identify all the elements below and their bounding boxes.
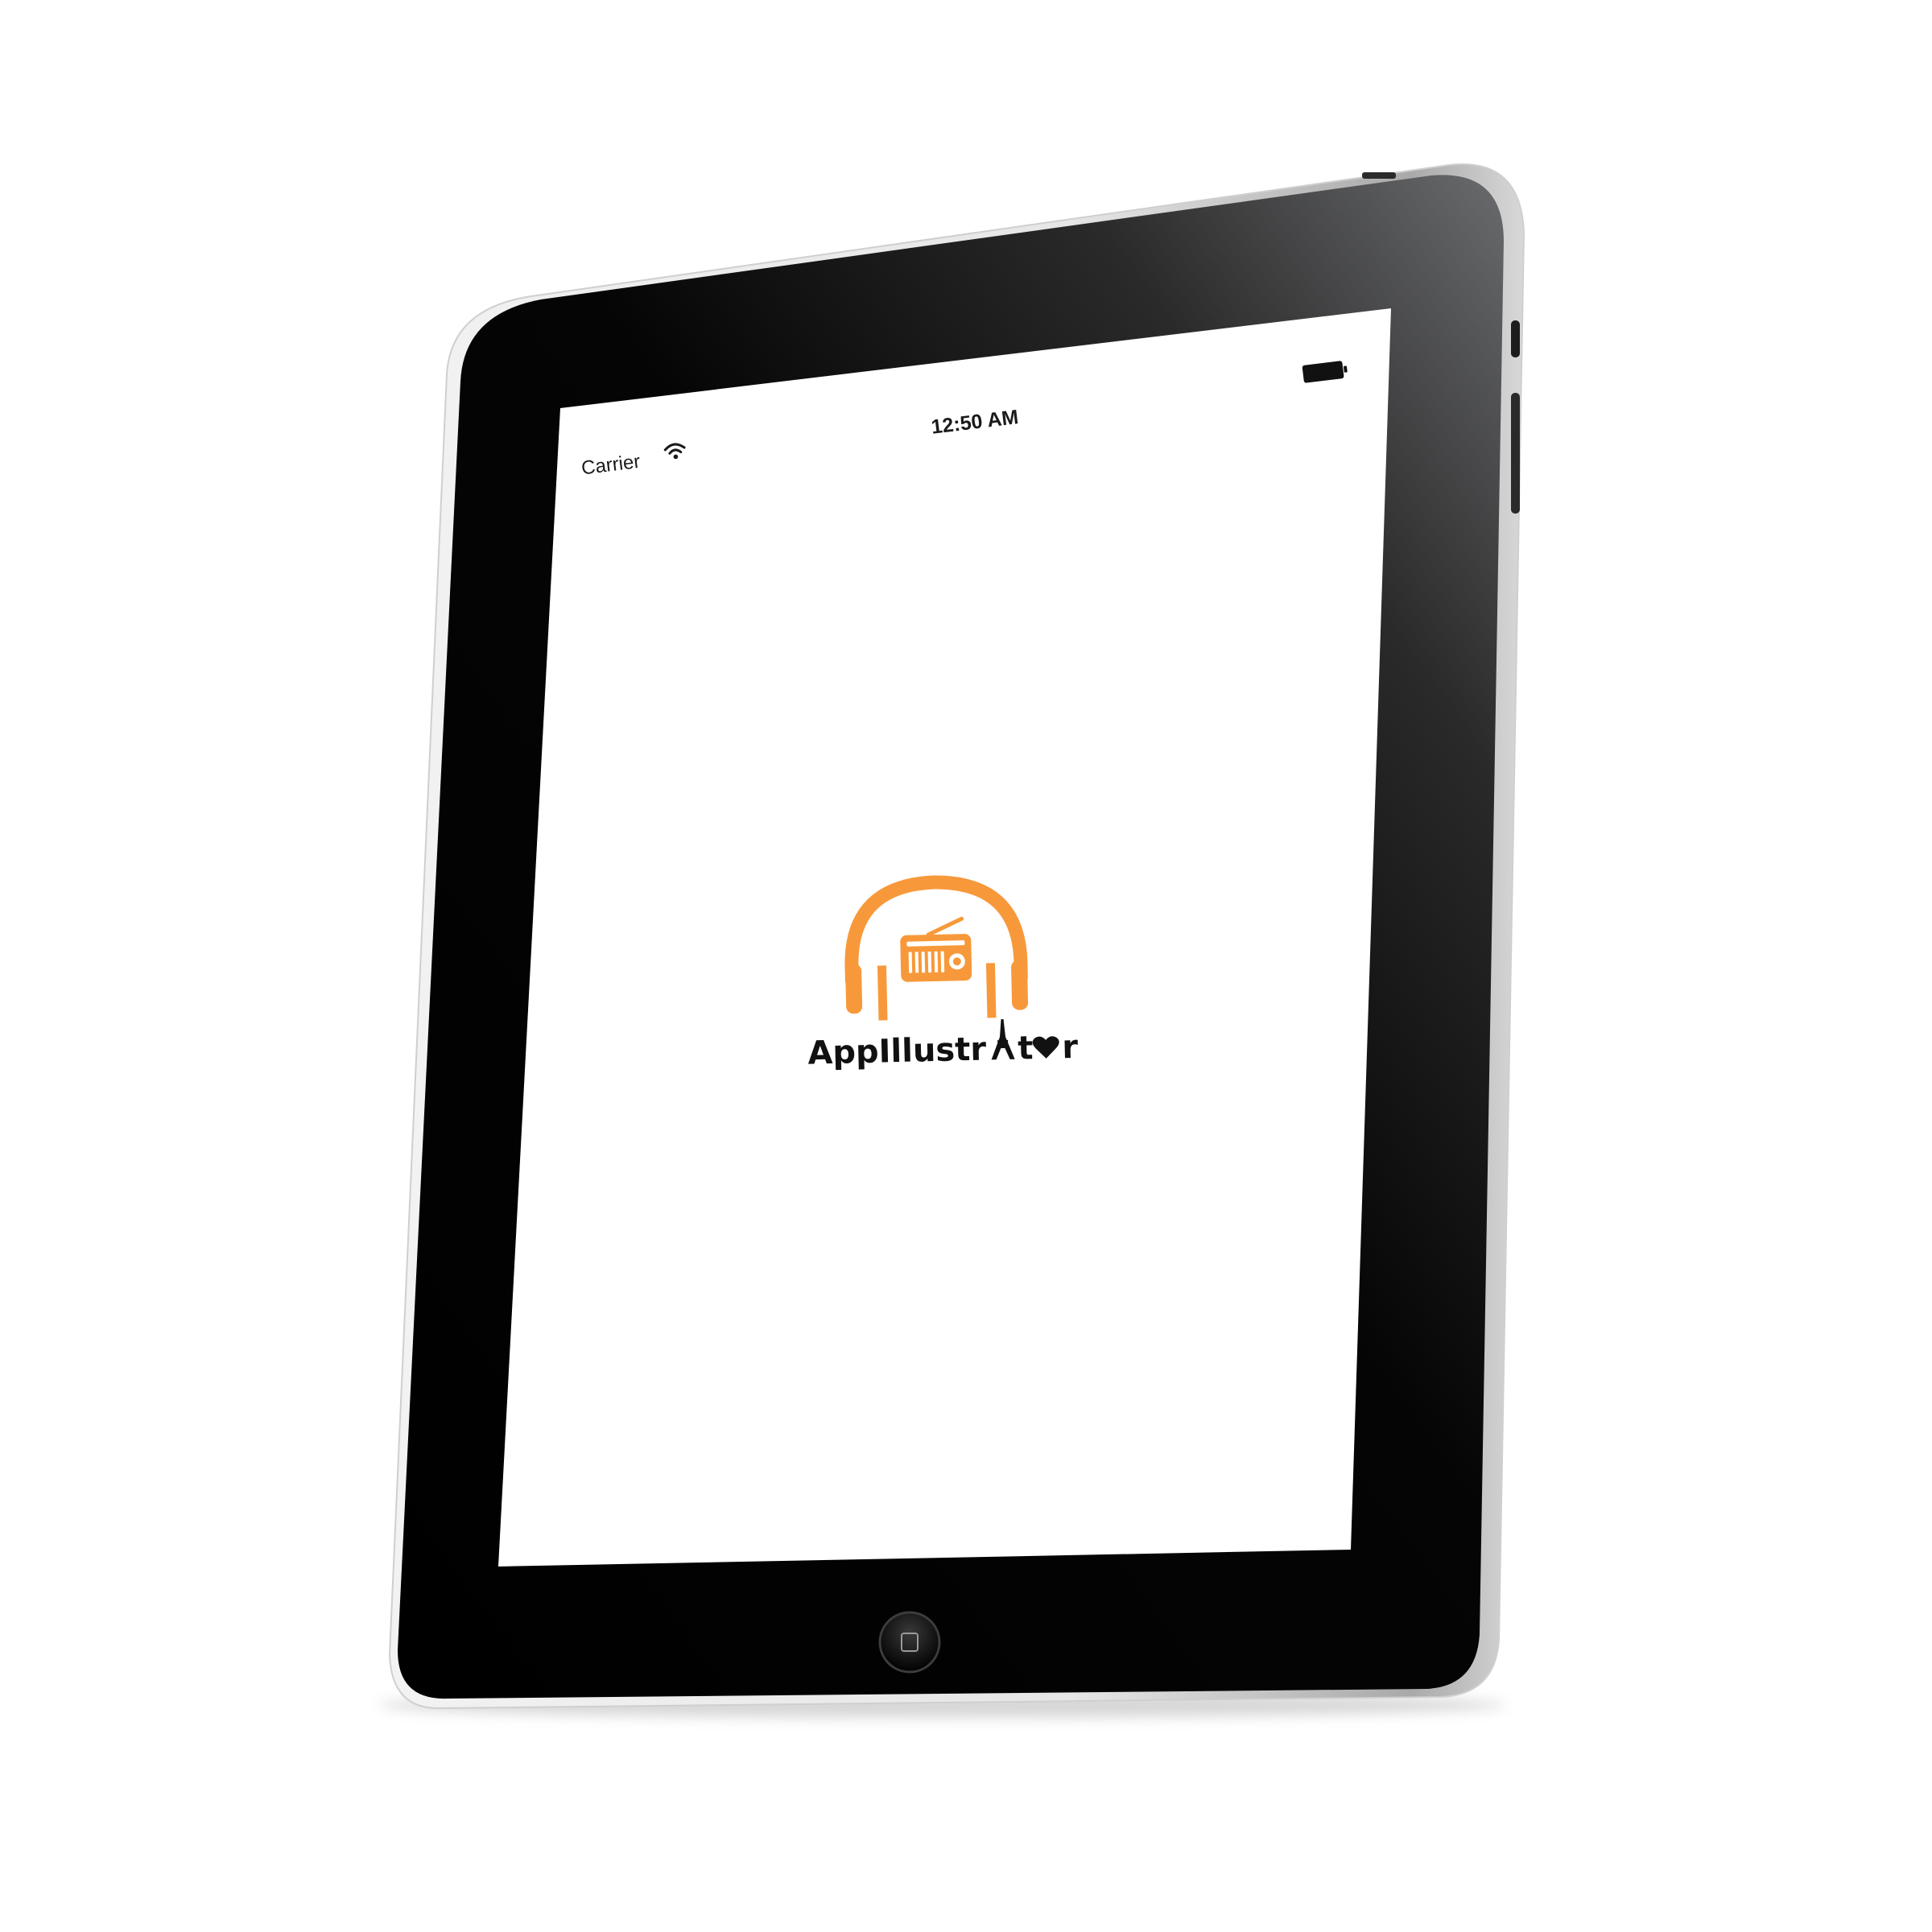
- top-button[interactable]: [1362, 172, 1396, 179]
- ipad-device: Carrier 12:50 AM AppIllustr t r: [378, 163, 1525, 1718]
- brand-text-r: r: [1062, 1029, 1079, 1066]
- brand-text-t: t: [1018, 1030, 1034, 1067]
- volume-rocker[interactable]: [1511, 393, 1520, 514]
- sleep-button[interactable]: [1511, 320, 1520, 357]
- home-button[interactable]: [878, 1611, 941, 1674]
- mockup-scene: Carrier 12:50 AM AppIllustr t r: [0, 0, 1932, 1932]
- brand-text-left: AppIllustr: [807, 1031, 987, 1072]
